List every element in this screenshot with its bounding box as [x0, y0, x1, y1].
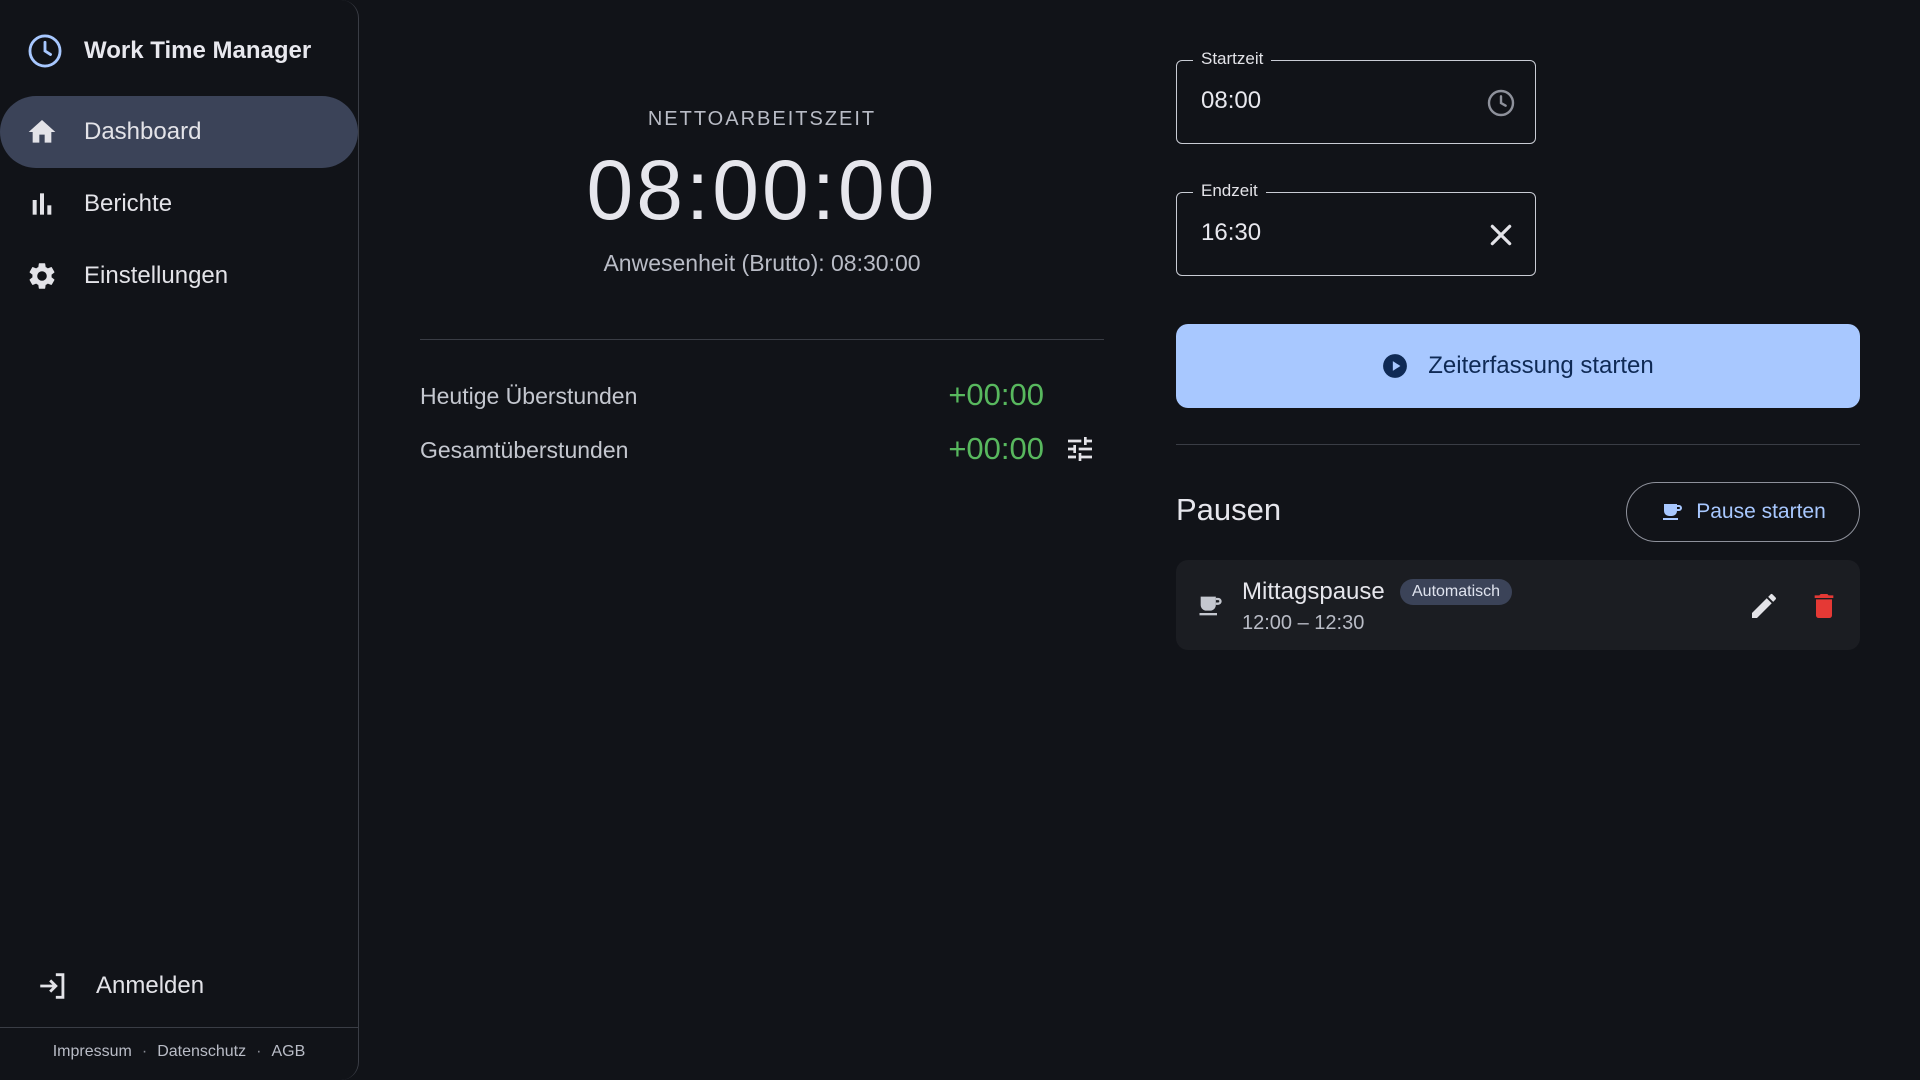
play-circle-icon: [1383, 354, 1408, 378]
start-tracking-button[interactable]: Zeiterfassung starten: [1176, 324, 1860, 408]
app-root: Work Time Manager Dashboard Berichte Ein…: [0, 0, 1920, 1080]
summary-divider: [420, 339, 1104, 340]
start-time-label: Startzeit: [1193, 49, 1272, 69]
login-label: Anmelden: [96, 972, 205, 999]
edit-icon[interactable]: [1748, 590, 1780, 622]
tune-icon[interactable]: [1064, 433, 1096, 465]
sidebar-item-label: Berichte: [84, 190, 173, 217]
sidebar-item-einstellungen[interactable]: Einstellungen: [0, 240, 358, 312]
start-break-button[interactable]: Pause starten: [1626, 482, 1860, 542]
clock-logo-icon: [28, 34, 62, 68]
total-overtime-label: Gesamtüberstunden: [420, 437, 629, 463]
today-overtime-row: Heutige Überstunden +00:00: [420, 375, 1104, 415]
clock-icon[interactable]: [1485, 87, 1517, 119]
sidebar-item-label: Einstellungen: [84, 262, 229, 289]
bar-chart-icon: [32, 193, 52, 215]
sidebar-item-berichte[interactable]: Berichte: [0, 168, 358, 240]
app-title: Work Time Manager: [84, 37, 312, 64]
end-time-field[interactable]: Endzeit 16:30: [1176, 181, 1536, 276]
breaks-title: Pausen: [1176, 492, 1282, 527]
today-overtime-value: +00:00: [948, 377, 1044, 412]
start-tracking-label: Zeiterfassung starten: [1428, 352, 1654, 379]
sidebar-nav: Dashboard Berichte Einstellungen: [0, 96, 359, 312]
impressum-link[interactable]: Impressum: [53, 1043, 132, 1061]
login-button[interactable]: Anmelden: [0, 950, 358, 1022]
agb-link[interactable]: AGB: [271, 1043, 305, 1061]
break-name: Mittagspause: [1242, 578, 1385, 605]
sidebar: Work Time Manager Dashboard Berichte Ein…: [0, 0, 359, 1080]
footer-separator: ·: [141, 1043, 148, 1060]
delete-icon[interactable]: [1808, 590, 1840, 622]
total-overtime-value: +00:00: [948, 431, 1044, 466]
close-icon[interactable]: [1485, 219, 1517, 251]
sidebar-item-dashboard[interactable]: Dashboard: [0, 96, 358, 168]
start-time-field[interactable]: Startzeit 08:00: [1176, 49, 1536, 144]
net-time-value: 08:00:00: [586, 143, 938, 237]
end-time-label: Endzeit: [1193, 181, 1266, 201]
net-time-label: NETTOARBEITSZEIT: [647, 108, 877, 130]
sidebar-item-label: Dashboard: [84, 118, 202, 145]
start-time-value: 08:00: [1201, 87, 1262, 114]
coffee-icon: [1199, 596, 1222, 616]
footer-separator: ·: [256, 1043, 262, 1060]
start-break-label: Pause starten: [1696, 500, 1826, 523]
panel-divider: [1176, 444, 1860, 445]
break-time: 12:00 – 12:30: [1242, 612, 1365, 634]
end-time-value: 16:30: [1201, 219, 1262, 246]
brand: Work Time Manager: [26, 32, 311, 70]
coffee-icon: [1663, 504, 1683, 520]
footer-divider: [0, 1027, 358, 1028]
home-icon: [28, 120, 56, 143]
total-overtime-row: Gesamtüberstunden +00:00: [420, 429, 1104, 469]
today-overtime-label: Heutige Überstunden: [420, 383, 638, 409]
break-badge: Automatisch: [1400, 579, 1513, 605]
gear-icon: [29, 263, 55, 289]
gross-time-text: Anwesenheit (Brutto): 08:30:00: [603, 250, 921, 276]
login-icon: [40, 973, 65, 999]
datenschutz-link[interactable]: Datenschutz: [157, 1043, 246, 1061]
footer-links: Impressum · Datenschutz · AGB: [0, 1040, 358, 1064]
break-item: Mittagspause Automatisch 12:00 – 12:30: [1176, 560, 1860, 650]
